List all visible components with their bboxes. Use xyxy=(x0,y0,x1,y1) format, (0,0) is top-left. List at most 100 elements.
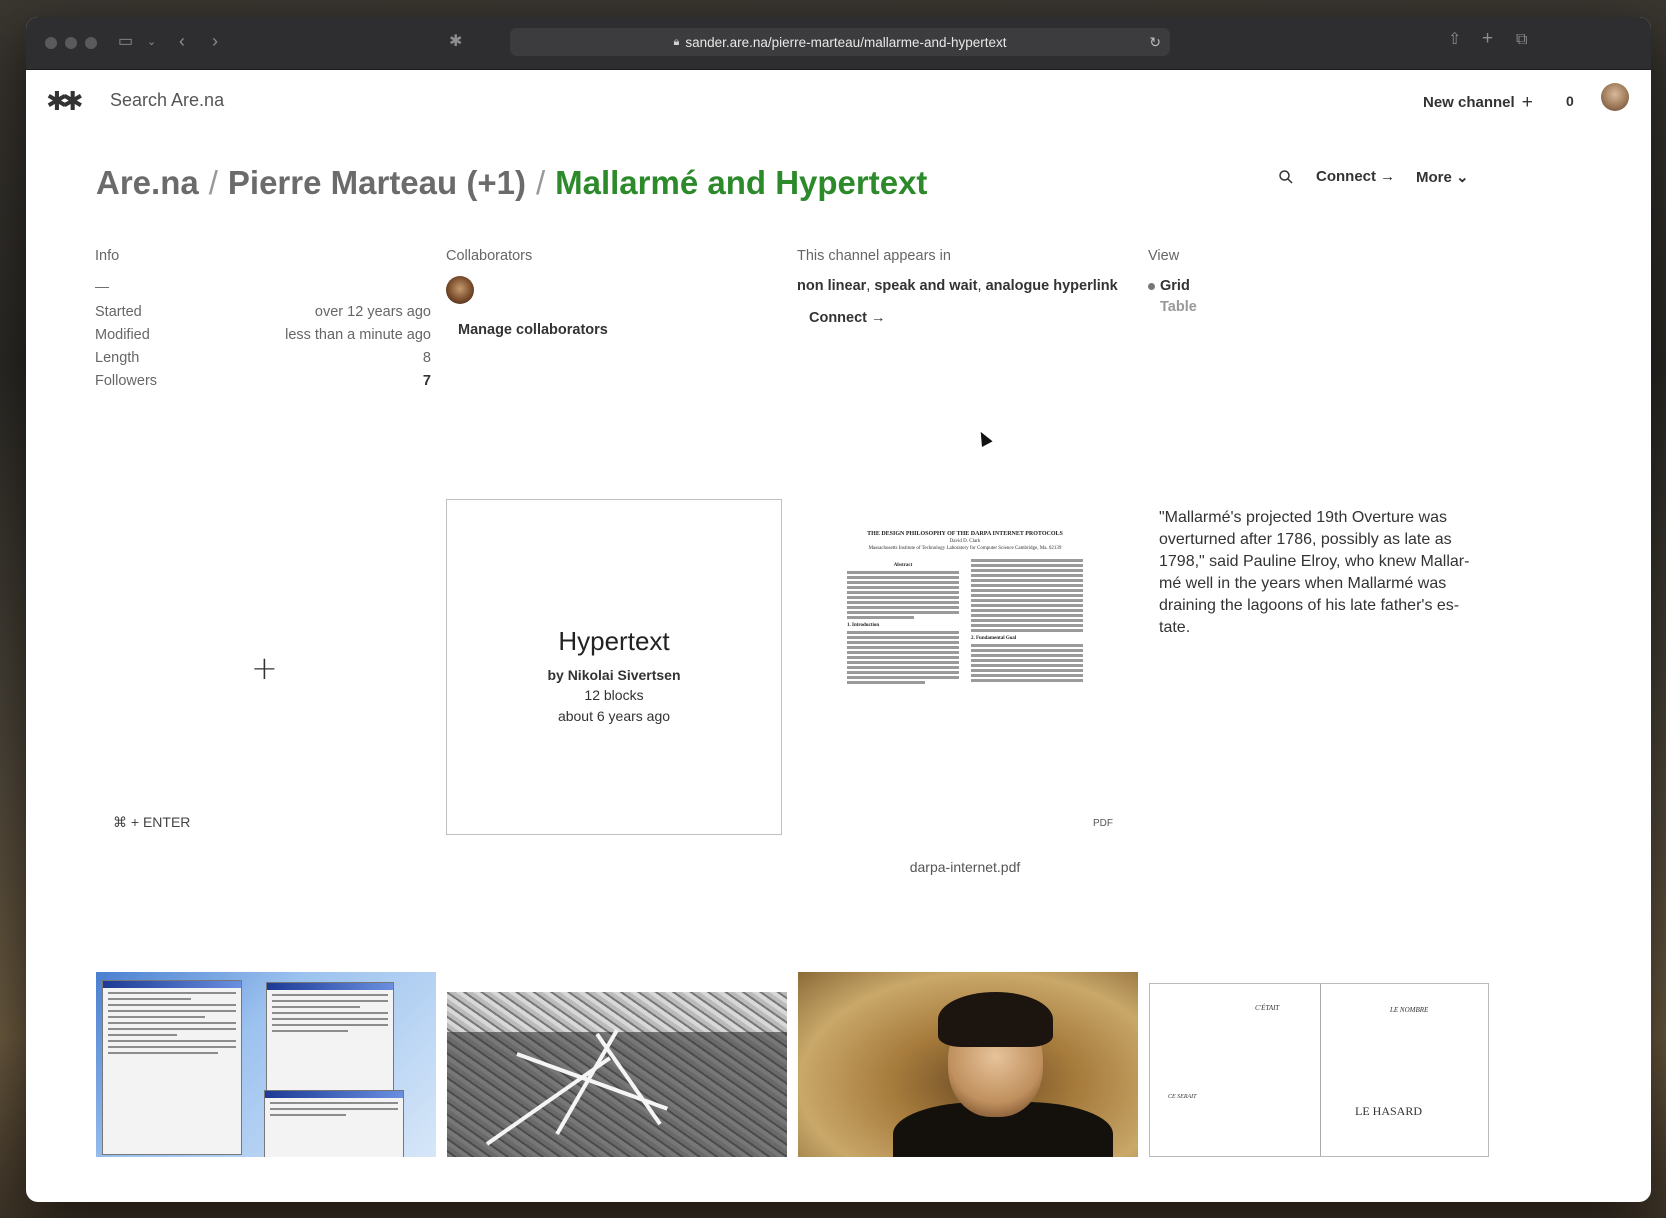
pdf-caption[interactable]: darpa-internet.pdf xyxy=(797,859,1133,875)
view-table-option[interactable]: Table xyxy=(1160,299,1348,320)
info-label: Started xyxy=(95,304,142,320)
minimize-window-button[interactable] xyxy=(65,37,77,49)
lock-icon: 🔒︎ xyxy=(673,35,680,48)
new-channel-button[interactable]: New channel + xyxy=(1423,92,1533,114)
appears-in-panel: This channel appears in non linear, spea… xyxy=(797,248,1127,326)
info-row: Modified less than a minute ago xyxy=(95,327,431,350)
collaborator-avatar[interactable] xyxy=(446,276,474,304)
image-block-portrait[interactable] xyxy=(798,972,1138,1157)
info-value: over 12 years ago xyxy=(314,304,431,320)
new-channel-label: New channel xyxy=(1423,94,1515,111)
user-avatar[interactable] xyxy=(1601,83,1629,111)
separator: , xyxy=(977,278,982,294)
browser-toolbar: ▭ ⌄ ‹ › ✱ 🔒︎ sander.are.na/pierre-martea… xyxy=(26,17,1651,70)
address-bar[interactable]: 🔒︎ sander.are.na/pierre-marteau/mallarme… xyxy=(510,28,1170,56)
connect-button[interactable]: Connect → xyxy=(1316,168,1395,185)
view-title: View xyxy=(1148,248,1180,264)
book-text: C'ÉTAIT xyxy=(1255,1004,1280,1012)
separator: , xyxy=(866,278,871,294)
channel-description: — xyxy=(95,278,109,294)
site-header: ✱✱ New channel + 0 xyxy=(26,70,1651,130)
more-button[interactable]: More ⌄ xyxy=(1416,168,1469,186)
pdf-doc-affiliation: Massachusetts Institute of Technology La… xyxy=(868,546,1062,551)
view-grid-option[interactable]: Grid xyxy=(1148,278,1348,299)
pdf-column-left: Abstract 1. Introduction xyxy=(847,559,959,686)
sidebar-icon[interactable]: ▭ xyxy=(118,34,133,50)
window-controls[interactable] xyxy=(45,37,97,49)
breadcrumb: Are.na / Pierre Marteau (+1) / Mallarmé and … xyxy=(96,164,927,202)
chevron-down-icon[interactable]: ⌄ xyxy=(147,34,156,50)
url-text: sander.are.na/pierre-marteau/mallarme-an… xyxy=(685,34,1007,50)
add-block[interactable]: + ⌘ + ENTER xyxy=(95,499,431,835)
connected-channel-link[interactable]: speak and wait xyxy=(874,278,977,294)
channel-block[interactable]: Hypertext by Nikolai Sivertsen 12 blocks… xyxy=(446,499,782,835)
pdf-column-right: 2. Fundamental Goal xyxy=(971,559,1083,686)
info-row: Length 8 xyxy=(95,350,431,373)
close-window-button[interactable] xyxy=(45,37,57,49)
image-block-photo[interactable] xyxy=(447,992,787,1157)
info-label[interactable]: Followers xyxy=(95,373,157,396)
connected-channel-link[interactable]: non linear xyxy=(797,278,866,294)
info-label: Modified xyxy=(95,327,150,343)
collaborators-panel: Collaborators Manage collaborators xyxy=(446,248,776,338)
appears-in-links: non linear, speak and wait, analogue hyp… xyxy=(797,278,1127,294)
info-label: Length xyxy=(95,350,140,366)
channel-block-count: 12 blocks xyxy=(584,687,644,703)
image-block-screenshot[interactable] xyxy=(96,972,436,1157)
pdf-doc-author: David D. Clark xyxy=(949,539,981,544)
thumb-window xyxy=(102,980,242,1155)
info-row: Followers 7 xyxy=(95,373,431,396)
browser-window: ▭ ⌄ ‹ › ✱ 🔒︎ sander.are.na/pierre-martea… xyxy=(26,17,1651,1202)
search-input[interactable] xyxy=(110,90,510,111)
breadcrumb-root[interactable]: Are.na xyxy=(96,164,199,201)
plus-icon: + xyxy=(1521,92,1533,113)
channel-block-title: Hypertext xyxy=(558,626,670,656)
breadcrumb-owner[interactable]: Pierre Marteau (+1) xyxy=(228,164,526,201)
reload-icon[interactable]: ↻ xyxy=(1149,34,1161,51)
text-block[interactable]: "Mallarmé's projected 19th Overture was … xyxy=(1159,507,1479,639)
pdf-section-heading: 1. Introduction xyxy=(847,623,880,628)
image-block-book-spread[interactable]: C'ÉTAIT CE SERAIT LE NOMBRE LE HASARD xyxy=(1149,983,1489,1157)
arena-logo-icon[interactable]: ✱✱ xyxy=(46,87,83,117)
manage-collaborators-button[interactable]: Manage collaborators xyxy=(458,322,776,338)
connected-channel-link[interactable]: analogue hyperlink xyxy=(986,278,1118,294)
info-value: less than a minute ago xyxy=(285,327,431,343)
notification-count[interactable]: 0 xyxy=(1566,93,1574,109)
info-value: 8 xyxy=(422,350,431,366)
pdf-preview: THE DESIGN PHILOSOPHY OF THE DARPA INTER… xyxy=(847,531,1083,831)
back-icon[interactable]: ‹ xyxy=(179,32,185,50)
book-text: CE SERAIT xyxy=(1168,1094,1197,1100)
new-tab-icon[interactable]: + xyxy=(1482,29,1493,48)
pdf-doc-title: THE DESIGN PHILOSOPHY OF THE DARPA INTER… xyxy=(867,531,1063,537)
thumb-window xyxy=(266,982,394,1092)
pdf-abstract-heading: Abstract xyxy=(893,563,913,568)
page-title[interactable]: Mallarmé and Hypertext xyxy=(555,164,927,201)
followers-count[interactable]: 7 xyxy=(423,373,431,396)
breadcrumb-separator: / xyxy=(208,164,218,201)
info-row: Started over 12 years ago xyxy=(95,304,431,327)
add-block-icon[interactable]: + xyxy=(251,649,278,687)
pdf-columns: Abstract 1. Introduction 2. Fundamental … xyxy=(847,559,1083,686)
add-block-shortcut: ⌘ + ENTER xyxy=(113,814,191,830)
share-icon[interactable]: ⇧ xyxy=(1448,32,1461,48)
pdf-badge: PDF xyxy=(1093,818,1113,829)
mouse-cursor-icon xyxy=(975,429,993,447)
tabs-overview-icon[interactable]: ⧉ xyxy=(1516,32,1527,48)
channel-block-author: by Nikolai Sivertsen xyxy=(547,667,681,683)
channel-block-updated: about 6 years ago xyxy=(557,708,671,724)
forward-icon[interactable]: › xyxy=(212,32,218,50)
pdf-block[interactable]: THE DESIGN PHILOSOPHY OF THE DARPA INTER… xyxy=(797,499,1133,875)
pdf-section-heading: 2. Fundamental Goal xyxy=(971,636,1017,641)
info-title: Info xyxy=(95,248,120,264)
breadcrumb-separator: / xyxy=(535,164,546,201)
book-text: LE HASARD xyxy=(1355,1104,1423,1118)
view-panel: View Grid Table xyxy=(1148,248,1348,320)
appears-in-title: This channel appears in xyxy=(797,248,951,264)
collaborators-title: Collaborators xyxy=(446,248,533,264)
thumb-window xyxy=(264,1090,404,1157)
connect-link[interactable]: Connect → xyxy=(809,310,1127,326)
site-favicon-icon: ✱ xyxy=(449,33,463,50)
zoom-window-button[interactable] xyxy=(85,37,97,49)
channel-search-icon[interactable] xyxy=(1278,169,1294,185)
info-panel: Info — Started over 12 years ago Modified… xyxy=(95,248,431,396)
